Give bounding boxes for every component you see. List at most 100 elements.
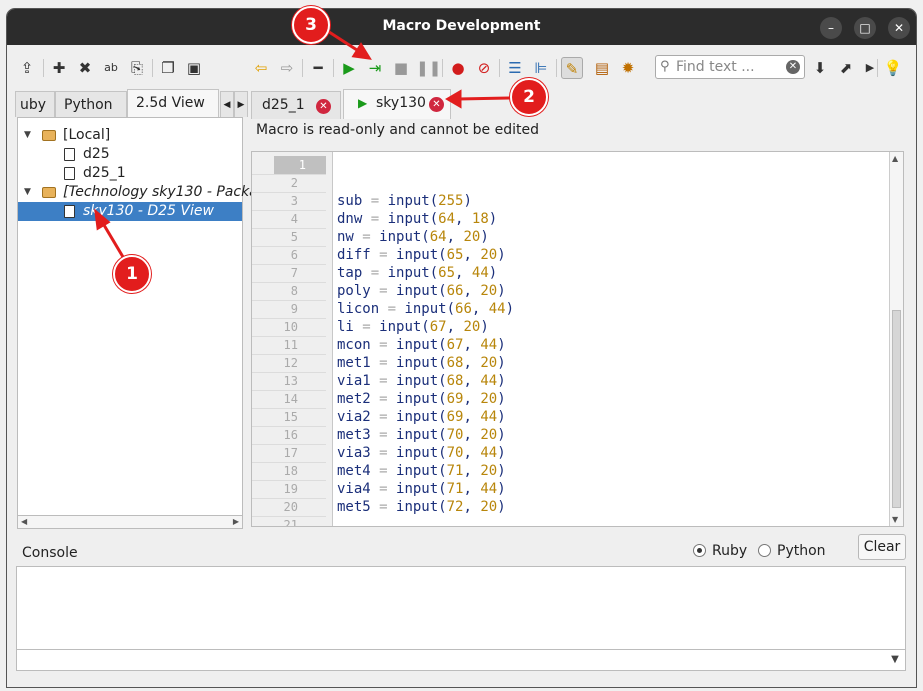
code-token: met1 <box>337 355 380 371</box>
code-token: = <box>379 373 388 389</box>
editor-vertical-scrollbar[interactable]: ▲ ▼ <box>889 152 903 526</box>
tree-item-technology-sky130[interactable]: ▼ [Technology sky130 - Packa <box>18 183 258 202</box>
clear-search-icon[interactable]: ✕ <box>786 60 800 74</box>
code-token: 255 <box>438 193 464 209</box>
code-token: input( <box>370 319 430 335</box>
close-tab-icon[interactable]: ✕ <box>429 97 444 112</box>
separator <box>333 59 334 77</box>
run-icon[interactable]: ▶ <box>338 57 360 79</box>
tree-item-label: [Technology sky130 - Packa <box>63 184 258 200</box>
debug-toggle-icon[interactable]: ✎ <box>561 57 583 79</box>
radio-unselected-icon <box>758 544 771 557</box>
pause-icon[interactable]: ❚❚ <box>416 57 441 79</box>
code-token: 65 <box>438 265 456 281</box>
maximize-icon[interactable]: □ <box>854 17 876 39</box>
tree-item-d25[interactable]: d25 <box>18 145 242 164</box>
code-token: met2 <box>337 391 380 407</box>
forward-icon[interactable]: ⇨ <box>276 57 298 79</box>
code-line: li = input(67, 20) <box>337 318 489 336</box>
back-icon[interactable]: ⇦ <box>250 57 272 79</box>
tab-d25-1[interactable]: d25_1 ✕ <box>251 91 341 119</box>
separator <box>43 59 44 77</box>
code-token: , <box>463 283 481 299</box>
paste-icon[interactable]: ▣ <box>183 57 205 79</box>
line-number: 11 <box>283 338 298 352</box>
tab-sky130[interactable]: ▶ sky130 ✕ <box>343 89 451 119</box>
find-input[interactable]: ⚲ Find text ... ✕ <box>655 55 805 79</box>
scroll-right-icon[interactable]: ▶ <box>233 516 239 528</box>
code-token: = <box>379 283 388 299</box>
code-token: , <box>463 247 481 263</box>
tab-scroll-right-icon[interactable]: ▶ <box>234 91 248 117</box>
code-token: mcon <box>337 337 380 353</box>
help-bulb-icon[interactable]: 💡 <box>882 57 904 79</box>
export-icon[interactable]: ⎘ <box>126 57 148 79</box>
tab-scroll-left-icon[interactable]: ◀ <box>220 91 234 117</box>
code-token: ) <box>497 427 506 443</box>
code-editor[interactable]: 1 2 3 4 5 6 7 8 9 10 11 12 13 14 15 16 17 18 19 20 21 sub = … <box>251 151 904 527</box>
tree-horizontal-scrollbar[interactable]: ◀ ▶ <box>17 515 243 529</box>
tree-item-d25-1[interactable]: d25_1 <box>18 164 242 183</box>
tab-label: sky130 <box>376 95 426 111</box>
remove-icon[interactable]: ━ <box>307 57 329 79</box>
line-number: 8 <box>290 284 298 298</box>
code-token: input( <box>379 265 439 281</box>
code-token: input( <box>396 301 456 317</box>
code-token: 71 <box>446 463 464 479</box>
code-token: 69 <box>446 391 464 407</box>
chevron-down-icon[interactable]: ▼ <box>887 652 903 668</box>
rename-icon[interactable]: ab <box>100 57 122 79</box>
line-number: 3 <box>290 194 298 208</box>
indent-icon[interactable]: ☰ <box>504 57 526 79</box>
replace-icon[interactable]: ⬈ <box>835 57 857 79</box>
code-area[interactable]: sub = input(255) dnw = input(64, 18) nw = … <box>332 152 889 526</box>
code-token: input( <box>379 211 439 227</box>
clear-button[interactable]: Clear <box>858 534 906 560</box>
copy-icon[interactable]: ❐ <box>157 57 179 79</box>
tree-item-local[interactable]: ▼ [Local] <box>18 126 242 145</box>
folder-icon <box>42 187 56 198</box>
tree-item-sky130-d25-view[interactable]: sky130 - D25 View <box>18 202 242 221</box>
code-line: via2 = input(69, 44) <box>337 408 506 426</box>
line-number: 14 <box>283 392 298 406</box>
console-output[interactable] <box>16 566 906 650</box>
code-token: 72 <box>446 499 464 515</box>
scroll-down-icon[interactable]: ▼ <box>892 515 898 524</box>
code-line: licon = input(66, 44) <box>337 300 514 318</box>
separator <box>877 59 878 77</box>
expand-icon[interactable]: ▼ <box>24 183 31 202</box>
delete-icon[interactable]: ✖ <box>74 57 96 79</box>
console-input[interactable]: ▼ <box>16 649 906 671</box>
line-number: 16 <box>283 428 298 442</box>
find-next-icon[interactable]: ⬇ <box>809 57 831 79</box>
run-from-here-icon[interactable]: ⇥ <box>364 57 386 79</box>
tab-2-5d-view[interactable]: 2.5d View <box>127 89 219 119</box>
macro-development-window: Macro Development – □ ✕ ⇪ ✚ ✖ ab ⎘ ❐ ▣ ⇦… <box>6 8 917 688</box>
expand-icon[interactable]: ▼ <box>24 126 31 145</box>
code-token: 65 <box>446 247 464 263</box>
code-token: ) <box>497 499 506 515</box>
clear-breakpoints-icon[interactable]: ⊘ <box>473 57 495 79</box>
gear-icon[interactable]: ✹ <box>617 57 639 79</box>
code-token: via1 <box>337 373 380 389</box>
editor-tab-bar: d25_1 ✕ ▶ sky130 ✕ <box>251 89 911 119</box>
scroll-up-icon[interactable]: ▲ <box>892 154 898 163</box>
code-token: ) <box>463 193 472 209</box>
code-token: , <box>455 211 472 227</box>
close-icon[interactable]: ✕ <box>888 17 910 39</box>
settings-icon[interactable]: ▤ <box>591 57 613 79</box>
tab-python[interactable]: Python <box>55 91 127 117</box>
code-token: ) <box>497 355 506 371</box>
stop-icon[interactable]: ■ <box>390 57 412 79</box>
minimize-icon[interactable]: – <box>820 17 842 39</box>
scrollbar-thumb[interactable] <box>892 310 901 508</box>
scroll-left-icon[interactable]: ◀ <box>21 516 27 528</box>
outline-icon[interactable]: ⊫ <box>530 57 552 79</box>
breakpoint-icon[interactable]: ● <box>447 57 469 79</box>
close-tab-icon[interactable]: ✕ <box>316 99 331 114</box>
import-icon[interactable]: ⇪ <box>16 57 38 79</box>
tab-ruby[interactable]: uby <box>15 91 55 117</box>
code-token: 44 <box>480 481 498 497</box>
add-icon[interactable]: ✚ <box>48 57 70 79</box>
code-token: 44 <box>471 265 489 281</box>
